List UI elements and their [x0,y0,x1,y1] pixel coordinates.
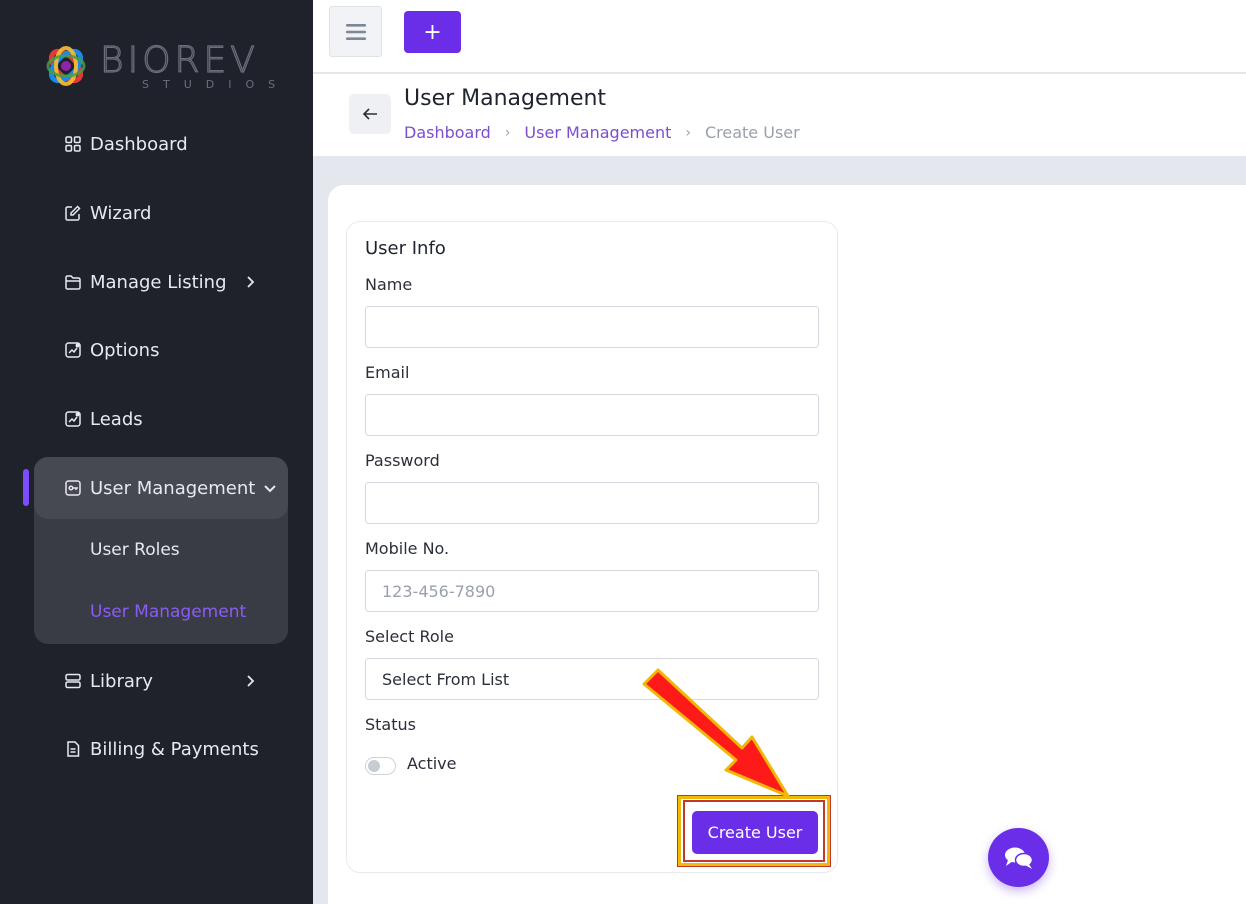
brand-logo[interactable]: BIOREV STUDIOS [42,40,282,94]
chat-button[interactable] [988,828,1049,887]
name-label: Name [365,275,413,294]
sidebar-item-label: User Management [90,477,256,499]
sidebar-item-leads[interactable]: Leads [64,404,143,434]
create-user-button[interactable]: Create User [692,811,818,854]
role-label: Select Role [365,627,454,646]
chart-icon [64,341,82,359]
section-title: User Info [365,238,446,259]
key-icon [64,479,82,497]
sidebar-item-options[interactable]: Options [64,335,159,365]
chevron-right-icon: › [504,124,511,141]
breadcrumb-link-dashboard[interactable]: Dashboard [404,123,491,142]
edit-icon [64,204,82,222]
folder-icon [64,273,82,291]
back-button[interactable] [349,94,391,134]
mobile-field[interactable] [365,570,819,612]
page-title: User Management [404,86,607,111]
sidebar: BIOREV STUDIOS Dashboard Wizard Manage L… [0,0,313,904]
status-toggle-label: Active [407,754,457,773]
sidebar-item-manage-listing[interactable]: Manage Listing [64,267,227,297]
storage-icon [64,672,82,690]
name-field[interactable] [365,306,819,348]
breadcrumb-current: Create User [704,123,800,142]
breadcrumb: Dashboard › User Management › Create Use… [404,123,800,142]
sidebar-item-label: Billing & Payments [90,738,259,760]
add-button[interactable]: + [404,11,461,53]
brand-tagline: STUDIOS [142,78,290,91]
chevron-right-icon [247,276,255,288]
mobile-label: Mobile No. [365,539,450,558]
chart-icon [64,410,82,428]
sidebar-subitem-user-roles[interactable]: User Roles [90,540,180,560]
sidebar-item-label: Dashboard [90,133,188,155]
sidebar-item-library[interactable]: Library [64,666,153,696]
password-label: Password [365,451,440,470]
toggle-knob [368,760,380,772]
role-select-value: Select From List [382,669,510,689]
document-icon [64,740,82,758]
logo-mark-icon [46,46,86,86]
topbar: + [313,0,1246,73]
page-header: User Management Dashboard › User Managem… [313,74,1246,156]
sidebar-item-label: Leads [90,408,143,430]
sidebar-item-user-management[interactable]: User Management [64,473,255,503]
hamburger-icon [345,23,366,40]
active-indicator [23,469,29,506]
chevron-down-icon[interactable] [262,480,278,496]
sidebar-subitem-user-management[interactable]: User Management [90,602,246,622]
status-label: Status [365,715,416,734]
sidebar-item-billing-payments[interactable]: Billing & Payments [64,734,259,764]
sidebar-item-label: Library [90,670,153,692]
sidebar-item-wizard[interactable]: Wizard [64,198,151,228]
menu-toggle-button[interactable] [329,6,382,57]
sidebar-item-dashboard[interactable]: Dashboard [64,129,188,159]
arrow-left-icon [362,108,377,120]
sidebar-item-label: Wizard [90,202,152,224]
breadcrumb-link-user-management[interactable]: User Management [524,123,671,142]
brand-name: BIOREV [99,40,259,81]
chevron-right-icon [247,675,255,687]
chevron-right-icon: › [685,124,691,141]
annotation-arrow-icon [642,668,790,798]
password-field[interactable] [365,482,819,524]
status-toggle[interactable] [365,757,396,775]
email-field[interactable] [365,394,819,436]
chat-bubbles-icon [1004,847,1033,869]
email-label: Email [365,363,410,382]
sidebar-item-label: Options [90,339,160,361]
grid-icon [64,135,82,153]
sidebar-item-label: Manage Listing [90,271,227,293]
